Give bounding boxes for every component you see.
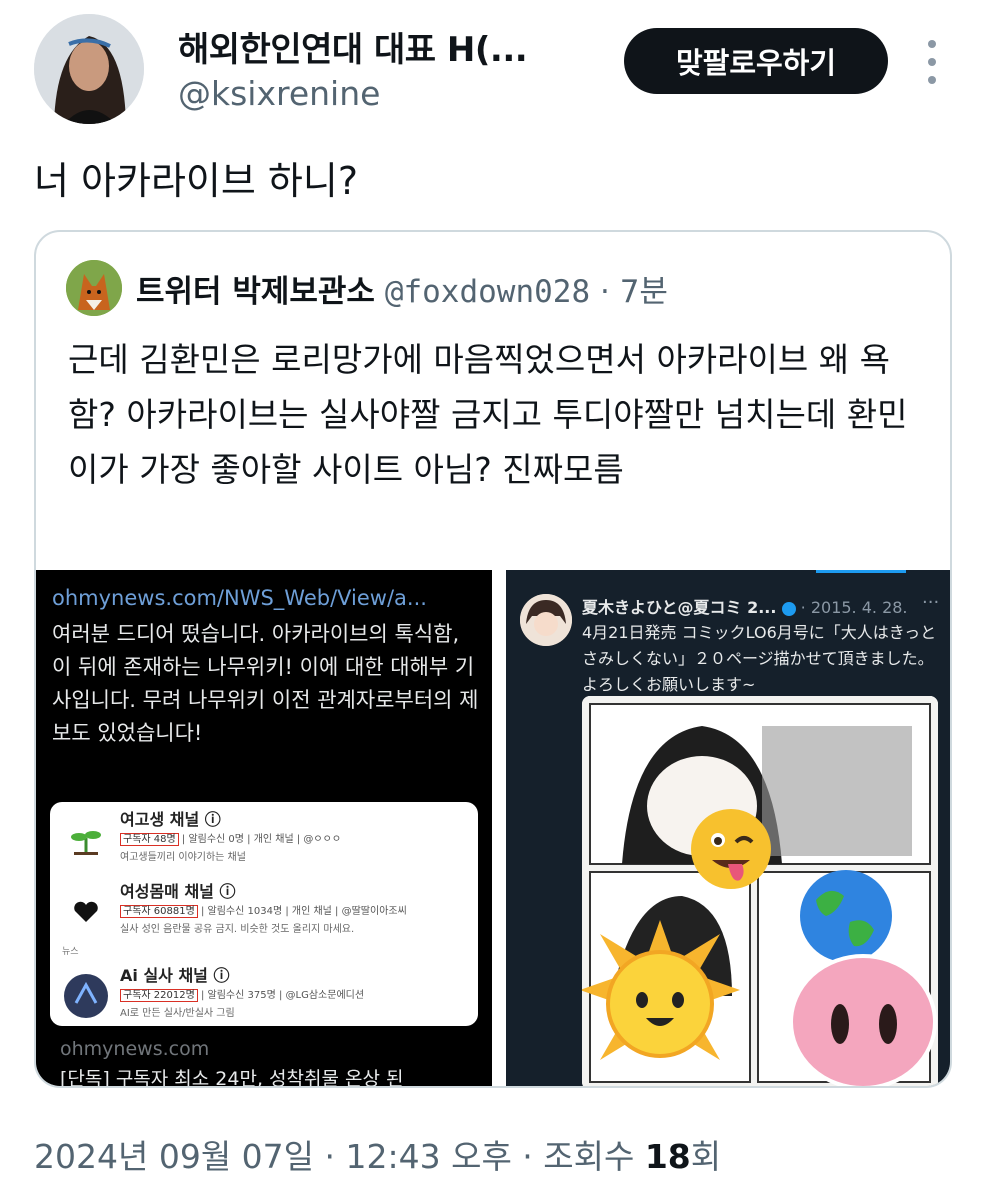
tweet-timestamp-views: 2024년 09월 07일 · 12:43 오후 · 조회수 18회 [34,1130,721,1178]
link-card-headline[interactable]: [단독] 구독자 최소 24만, 성착취물 온상 된 [60,1064,403,1086]
channel-list-screenshot: 여고생 채널 ⓘ 구독자 48명 | 알림수신 0명 | 개인 채널 | @ㅇㅇ… [50,802,478,1026]
channel-row: 여성몸매 채널 ⓘ 구독자 60881명 | 알림수신 1034명 | 개인 채… [50,878,478,952]
embedded-text: 4月21日発売 コミックLO6月号に「大人はきっとさみしくない」２０ページ描かせ… [582,623,937,694]
channel-title: Ai 실사 채널 ⓘ [120,966,230,985]
manga-page-image [582,696,938,1086]
quoted-author-name[interactable]: 트위터 박제보관소 [136,274,375,310]
subscriber-count: 구독자 48명 [120,833,179,846]
embedded-date: · 2015. 4. 28. [800,598,908,617]
wink-tongue-emoji-icon [691,809,771,889]
channel-row: 여고생 채널 ⓘ 구독자 48명 | 알림수신 0명 | 개인 채널 | @ㅇㅇ… [50,806,478,880]
more-icon: ··· [922,592,940,613]
channel-meta: 구독자 60881명 | 알림수신 1034명 | 개인 채널 | @딸딸이아조… [120,902,407,918]
heart-icon [62,888,110,936]
embedded-author-name: 夏木きよひと@夏コミ 2... [582,598,777,617]
channel-meta: 구독자 22012명 | 알림수신 375명 | @LG삼소문에디션 [120,986,364,1002]
channel-title: 여성몸매 채널 ⓘ [120,882,236,901]
author-handle[interactable]: @ksixrenine [178,74,380,113]
quoted-author-handle[interactable]: @foxdown028 [385,274,590,310]
follow-back-button[interactable]: 맞팔로우하기 [624,28,888,94]
view-count-unit: 회 [690,1137,722,1176]
channel-desc: 실사 성인 음란물 공유 금지. 비슷한 것도 올리지 마세요. [120,924,355,935]
article-link[interactable]: ohmynews.com/NWS_Web/View/a... [52,586,427,610]
subscriber-count: 구독자 60881명 [120,905,198,918]
quoted-time[interactable]: 7분 [620,274,668,310]
channel-desc: AI로 만든 실사/반실사 그림 [120,1008,235,1019]
embedded-header: 夏木きよひと@夏コミ 2... · 2015. 4. 28. [582,594,908,618]
quoted-tweet[interactable]: 트위터 박제보관소 @foxdown028 · 7분 근데 김환민은 로리망가에… [34,230,952,1088]
author-name[interactable]: 해외한인연대 대표 H(... [178,22,528,71]
channel-meta: 구독자 48명 | 알림수신 0명 | 개인 채널 | @ㅇㅇㅇ [120,830,341,846]
section-label: 뉴스 [62,947,79,957]
tweet-timestamp[interactable]: 2024년 09월 07일 · 12:43 오후 · 조회수 [34,1137,645,1176]
channel-row: Ai 실사 채널 ⓘ 구독자 22012명 | 알림수신 375명 | @LG삼… [50,962,478,1026]
ai-logo-icon [62,972,110,1020]
media-caption: 여러분 드디어 떴습니다. 아카라이브의 톡식함, 이 뒤에 존재하는 나무위키… [52,622,479,745]
tab-indicator [816,570,906,573]
separator-dot: · [599,274,610,310]
pig-nose-emoji-icon [789,954,937,1086]
sun-emoji-icon [582,920,740,1060]
subscriber-count: 구독자 22012명 [120,989,198,1002]
tweet-text: 너 아카라이브 하니? [34,159,359,203]
more-options-icon[interactable] [912,40,952,84]
quoted-header: 트위터 박제보관소 @foxdown028 · 7분 [136,266,668,311]
quoted-author-avatar[interactable] [66,260,122,316]
channel-title: 여고생 채널 ⓘ [120,810,221,829]
media-image-right[interactable]: 夏木きよひと@夏コミ 2... · 2015. 4. 28. ··· 4月21日… [506,570,950,1086]
media-image-left[interactable]: ohmynews.com/NWS_Web/View/a... 여러분 드디어 떴… [36,570,492,1086]
view-count: 18 [644,1137,691,1176]
sprout-icon [62,816,110,864]
embedded-avatar [520,594,572,646]
verified-icon [781,601,796,616]
author-avatar[interactable] [34,14,144,124]
quoted-text: 근데 김환민은 로리망가에 마음찍었으면서 아카라이브 왜 욕함? 아카라이브는… [68,340,908,489]
channel-desc: 여고생들끼리 이야기하는 채널 [120,852,246,863]
link-card-domain: ohmynews.com [60,1038,210,1060]
globe-emoji-icon [800,870,892,962]
